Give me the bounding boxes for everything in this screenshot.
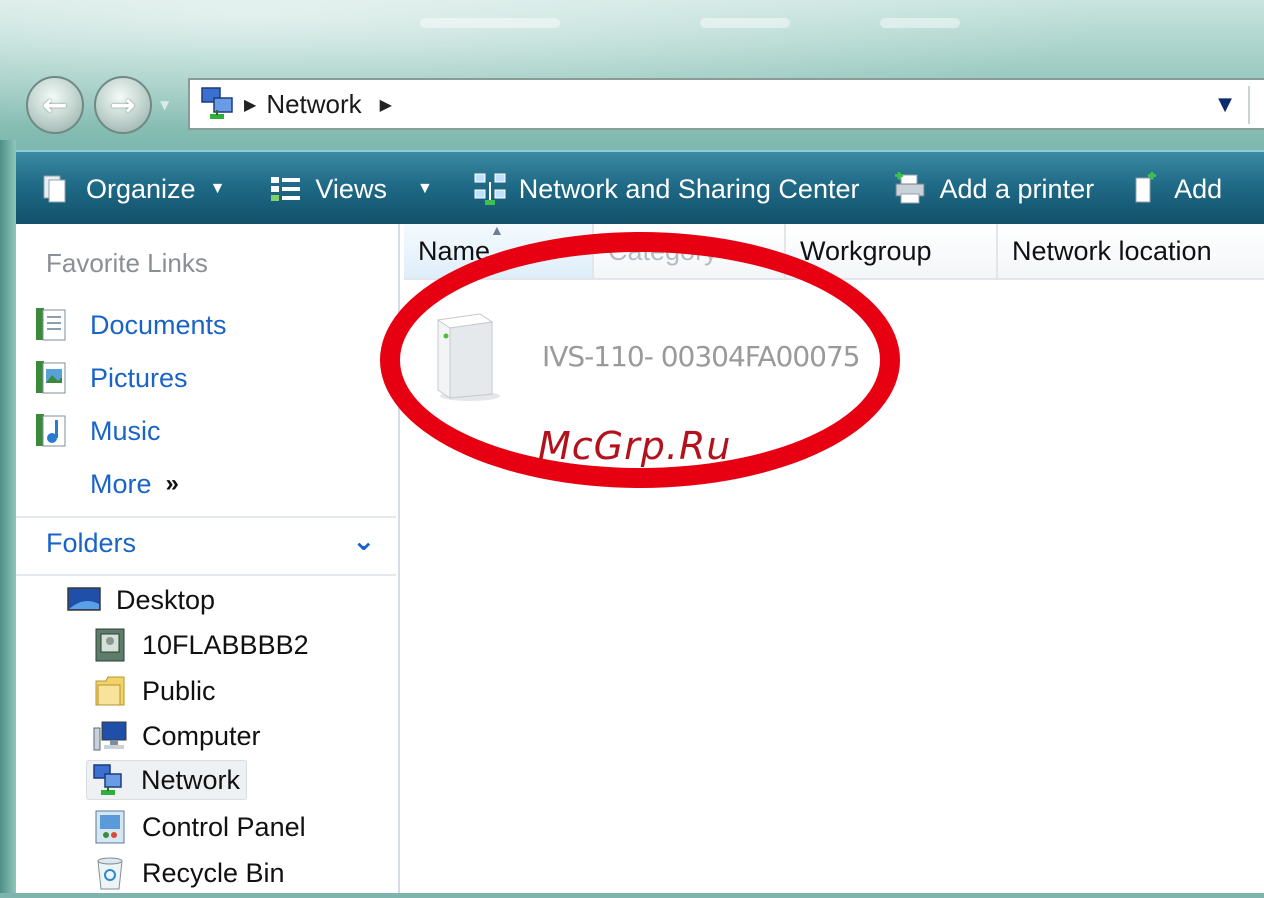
tree-item-network[interactable]: Network bbox=[86, 760, 248, 800]
address-dropdown-icon[interactable]: ▼ bbox=[1218, 94, 1232, 115]
double-chevron-right-icon: » bbox=[165, 470, 179, 497]
organize-label: Organize bbox=[86, 173, 196, 204]
glass-reflection bbox=[420, 18, 560, 28]
glass-reflection bbox=[700, 18, 790, 28]
favorite-links-title: Favorite Links bbox=[46, 248, 208, 278]
chevron-down-icon[interactable]: ⌄ bbox=[352, 524, 375, 557]
views-label: Views bbox=[315, 173, 387, 204]
tree-item-user-folder[interactable]: 10FLABBBB2 bbox=[88, 625, 315, 665]
favorite-link-music[interactable]: Music bbox=[34, 412, 161, 450]
add-device-icon bbox=[1128, 171, 1162, 206]
address-bar[interactable]: ▶ Network ▶ ▼ bbox=[188, 78, 1264, 130]
favorite-links-more[interactable]: More » bbox=[34, 465, 179, 503]
tree-item-label: Public bbox=[142, 675, 216, 706]
pictures-icon bbox=[34, 359, 70, 397]
column-header-label: Network location bbox=[1012, 235, 1212, 266]
recycle-bin-icon bbox=[92, 855, 128, 891]
forward-arrow-icon: → bbox=[110, 87, 136, 123]
watermark-text: McGrp.Ru bbox=[538, 424, 732, 468]
breadcrumb-arrow-icon[interactable]: ▶ bbox=[380, 95, 392, 114]
breadcrumb-network[interactable]: Network bbox=[266, 89, 361, 120]
tree-item-recycle-bin[interactable]: Recycle Bin bbox=[88, 853, 291, 893]
public-folder-icon bbox=[92, 673, 128, 709]
command-bar: Organize ▼ Views ▼ Network and Sharing C… bbox=[16, 150, 1264, 226]
add-device-label: Add bbox=[1174, 173, 1223, 204]
organize-icon bbox=[40, 172, 74, 206]
tree-item-public[interactable]: Public bbox=[88, 671, 222, 711]
network-sharing-center-button[interactable]: Network and Sharing Center bbox=[473, 172, 860, 206]
more-label: More bbox=[90, 468, 152, 499]
add-device-button[interactable]: Add bbox=[1128, 171, 1223, 206]
computer-icon bbox=[92, 718, 128, 754]
recent-pages-dropdown[interactable]: ▼ bbox=[160, 98, 178, 112]
music-icon bbox=[34, 412, 70, 450]
control-panel-icon bbox=[92, 809, 128, 845]
chevron-down-icon: ▼ bbox=[416, 180, 433, 197]
tree-item-desktop[interactable]: Desktop bbox=[62, 580, 221, 620]
views-icon bbox=[269, 172, 303, 206]
tree-item-label: Control Panel bbox=[142, 811, 306, 842]
favorite-link-label: Pictures bbox=[90, 362, 188, 393]
forward-button[interactable]: → bbox=[94, 76, 152, 134]
views-button[interactable]: Views ▼ bbox=[269, 172, 433, 206]
favorite-link-documents[interactable]: Documents bbox=[34, 306, 227, 344]
tree-item-label: Network bbox=[141, 764, 241, 795]
glass-reflection bbox=[880, 18, 960, 28]
favorite-link-label: Documents bbox=[90, 309, 227, 340]
tree-item-label: Recycle Bin bbox=[142, 857, 285, 888]
pane-divider bbox=[16, 574, 396, 576]
favorite-link-label: Music bbox=[90, 415, 161, 446]
desktop-icon bbox=[66, 582, 102, 618]
sort-ascending-icon: ▲ bbox=[490, 222, 504, 238]
folders-title[interactable]: Folders bbox=[46, 528, 136, 559]
tree-item-label: 10FLABBBB2 bbox=[142, 629, 309, 660]
tree-item-label: Computer bbox=[142, 720, 261, 751]
tree-item-label: Desktop bbox=[116, 584, 216, 615]
user-folder-icon bbox=[92, 627, 128, 663]
network-icon bbox=[198, 84, 238, 124]
tree-item-computer[interactable]: Computer bbox=[88, 716, 267, 756]
breadcrumb-arrow-icon[interactable]: ▶ bbox=[244, 95, 256, 114]
column-header-label: Workgroup bbox=[800, 235, 932, 266]
back-button[interactable]: ← bbox=[26, 76, 84, 134]
add-printer-button[interactable]: Add a printer bbox=[893, 171, 1095, 206]
back-arrow-icon: ← bbox=[42, 87, 68, 123]
network-icon bbox=[91, 762, 127, 798]
column-header-network-location[interactable]: Network location bbox=[998, 224, 1264, 280]
navigation-pane: Favorite Links Documents Pictures Music … bbox=[16, 224, 400, 893]
favorite-link-pictures[interactable]: Pictures bbox=[34, 359, 188, 397]
printer-icon bbox=[893, 171, 927, 206]
address-separator bbox=[1248, 86, 1250, 124]
organize-button[interactable]: Organize ▼ bbox=[40, 172, 225, 206]
chevron-down-icon: ▼ bbox=[209, 180, 226, 197]
pane-divider bbox=[16, 516, 396, 518]
network-sharing-icon bbox=[473, 172, 507, 206]
tree-item-control-panel[interactable]: Control Panel bbox=[88, 807, 312, 847]
add-printer-label: Add a printer bbox=[939, 173, 1095, 204]
documents-icon bbox=[34, 306, 70, 344]
network-sharing-label: Network and Sharing Center bbox=[518, 173, 860, 204]
window-frame-left bbox=[0, 140, 16, 893]
